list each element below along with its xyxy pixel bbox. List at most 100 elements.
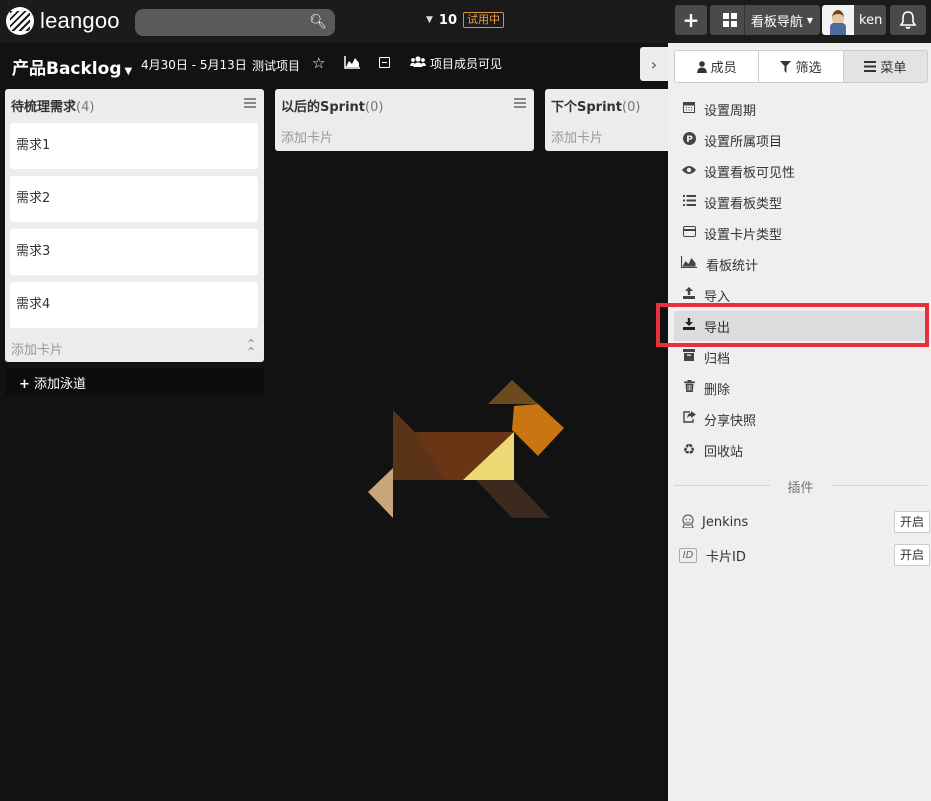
menu-item-label: 设置看板类型 bbox=[704, 196, 783, 212]
card-icon bbox=[674, 225, 704, 241]
bars-icon bbox=[864, 61, 877, 72]
user-menu-button[interactable]: ken bbox=[822, 5, 886, 35]
plugin-label: Jenkins bbox=[702, 514, 749, 530]
jenkins-icon bbox=[674, 513, 702, 531]
list-title[interactable]: 下个Sprint(0) bbox=[551, 96, 640, 115]
add-lane-button[interactable]: + 添加泳道 bbox=[5, 368, 264, 396]
plugin-card-id: ID 卡片ID 开启 bbox=[674, 541, 930, 569]
add-card-link[interactable]: 添加卡片 bbox=[551, 127, 603, 146]
logo[interactable]: leangoo bbox=[6, 7, 120, 35]
tangram-dog-illustration bbox=[368, 380, 564, 518]
list-pending-requirements: 待梳理需求(4) 需求1 需求2 需求3 需求4 添加卡片 ⌃ ⌃ bbox=[5, 89, 264, 362]
card[interactable]: 需求1 bbox=[10, 123, 258, 169]
menu-item-board-stats[interactable]: 看板统计 bbox=[674, 249, 927, 279]
export-highlight-annotation bbox=[656, 303, 929, 347]
logo-text: leangoo bbox=[40, 8, 120, 33]
sidebar-panel: 成员 筛选 菜单 设置周期 P 设置所属项目 设置看板可见性 设置看板类型 设置… bbox=[668, 43, 931, 801]
upload-icon bbox=[674, 287, 704, 303]
archive-icon bbox=[674, 349, 704, 365]
add-lane-label: 添加泳道 bbox=[34, 377, 87, 392]
board-title[interactable]: 产品Backlog ▼ bbox=[12, 54, 132, 79]
menu-item-label: 设置所属项目 bbox=[704, 134, 783, 150]
caret-down-icon: ▼ bbox=[426, 15, 433, 25]
list-menu-icon[interactable] bbox=[244, 98, 256, 108]
eye-icon bbox=[674, 164, 704, 179]
list-icon bbox=[674, 194, 704, 210]
tab-label: 成员 bbox=[710, 61, 737, 76]
project-name[interactable]: 测试项目 bbox=[252, 57, 300, 74]
svg-text:P: P bbox=[686, 135, 693, 145]
menu-item-label: 设置卡片类型 bbox=[704, 227, 783, 243]
caret-down-icon: ▼ bbox=[806, 15, 814, 25]
star-icon[interactable]: ☆ bbox=[312, 54, 325, 72]
add-button[interactable]: + bbox=[675, 5, 707, 35]
menu-item-share-snapshot[interactable]: 分享快照 bbox=[674, 404, 927, 434]
plugin-jenkins: Jenkins 开启 bbox=[674, 508, 930, 536]
add-card-link[interactable]: 添加卡片 bbox=[281, 127, 333, 146]
id-icon: ID bbox=[674, 547, 702, 563]
list-title[interactable]: 待梳理需求(4) bbox=[11, 96, 94, 115]
menu-item-set-board-type[interactable]: 设置看板类型 bbox=[674, 187, 927, 217]
menu-item-set-visibility[interactable]: 设置看板可见性 bbox=[674, 156, 927, 186]
menu-item-label: 设置看板可见性 bbox=[704, 165, 796, 181]
area-chart-icon[interactable] bbox=[344, 55, 361, 69]
notifications-button[interactable] bbox=[890, 5, 926, 35]
p-circle-icon: P bbox=[674, 131, 704, 149]
card[interactable]: 需求2 bbox=[10, 176, 258, 222]
card[interactable]: 需求4 bbox=[10, 282, 258, 328]
filter-icon bbox=[780, 60, 792, 73]
list-menu-icon[interactable] bbox=[514, 98, 526, 108]
search-input[interactable]: 🔍︎ bbox=[135, 9, 335, 36]
menu-item-label: 删除 bbox=[704, 382, 731, 398]
menu-item-set-period[interactable]: 设置周期 bbox=[674, 94, 927, 124]
user-icon bbox=[696, 60, 707, 73]
menu-item-label: 归档 bbox=[704, 351, 731, 367]
collapse-icon[interactable] bbox=[379, 57, 390, 68]
chevron-right-icon: › bbox=[650, 54, 658, 74]
sidebar-tabs: 成员 筛选 菜单 bbox=[674, 50, 928, 83]
list-title[interactable]: 以后的Sprint(0) bbox=[281, 96, 383, 115]
users-icon bbox=[410, 56, 426, 71]
visibility-label: 项目成员可见 bbox=[430, 57, 503, 71]
card-counter[interactable]: ▼ 10 试用中 bbox=[426, 12, 505, 28]
search-icon[interactable]: 🔍︎ bbox=[309, 14, 327, 30]
caret-down-icon: ▼ bbox=[124, 66, 133, 77]
enable-card-id-button[interactable]: 开启 bbox=[893, 544, 930, 566]
tab-filter[interactable]: 筛选 bbox=[759, 51, 844, 82]
list-title-text: 以后的Sprint bbox=[281, 100, 366, 115]
share-icon bbox=[674, 411, 704, 427]
menu-item-delete[interactable]: 删除 bbox=[674, 373, 927, 403]
plus-icon: + bbox=[682, 8, 700, 32]
leangoo-logo-icon bbox=[6, 7, 34, 35]
enable-jenkins-button[interactable]: 开启 bbox=[893, 511, 930, 533]
list-later-sprint: 以后的Sprint(0) 添加卡片 bbox=[275, 89, 534, 151]
list-count: (0) bbox=[622, 100, 641, 115]
tab-members[interactable]: 成员 bbox=[675, 51, 760, 82]
add-card-link[interactable]: 添加卡片 bbox=[11, 339, 63, 358]
card[interactable]: 需求3 bbox=[10, 229, 258, 275]
tab-menu[interactable]: 菜单 bbox=[843, 51, 927, 82]
bell-icon bbox=[899, 11, 917, 29]
menu-item-label: 看板统计 bbox=[706, 258, 759, 274]
board-visibility[interactable]: 项目成员可见 bbox=[410, 55, 502, 72]
counter-value: 10 bbox=[438, 12, 458, 28]
menu-item-set-card-type[interactable]: 设置卡片类型 bbox=[674, 218, 927, 248]
sidebar-toggle-button[interactable]: › bbox=[640, 47, 668, 81]
board-header: 产品Backlog ▼ 4月30日 - 5月13日 测试项目 ☆ 项目成员可见 bbox=[0, 43, 668, 86]
recycle-icon: ♻ bbox=[682, 442, 696, 458]
plus-icon: + bbox=[19, 377, 30, 392]
list-title-text: 待梳理需求 bbox=[11, 100, 77, 115]
plugins-section-label: 插件 bbox=[674, 477, 927, 496]
menu-item-label: 回收站 bbox=[704, 444, 744, 460]
trial-badge[interactable]: 试用中 bbox=[463, 12, 505, 28]
menu-item-set-project[interactable]: P 设置所属项目 bbox=[674, 125, 927, 155]
board-navigation-button[interactable]: 看板导航 ▼ bbox=[710, 5, 820, 35]
list-count: (4) bbox=[76, 100, 95, 115]
board-navigation-label: 看板导航 bbox=[750, 14, 803, 30]
plugin-label: 卡片ID bbox=[706, 549, 746, 565]
date-range[interactable]: 4月30日 - 5月13日 bbox=[141, 56, 247, 73]
area-chart-icon bbox=[674, 256, 704, 272]
menu-item-label: 设置周期 bbox=[704, 103, 757, 119]
double-chevron-up-icon[interactable]: ⌃ ⌃ bbox=[246, 338, 256, 358]
menu-item-recycle-bin[interactable]: ♻ 回收站 bbox=[674, 435, 927, 465]
